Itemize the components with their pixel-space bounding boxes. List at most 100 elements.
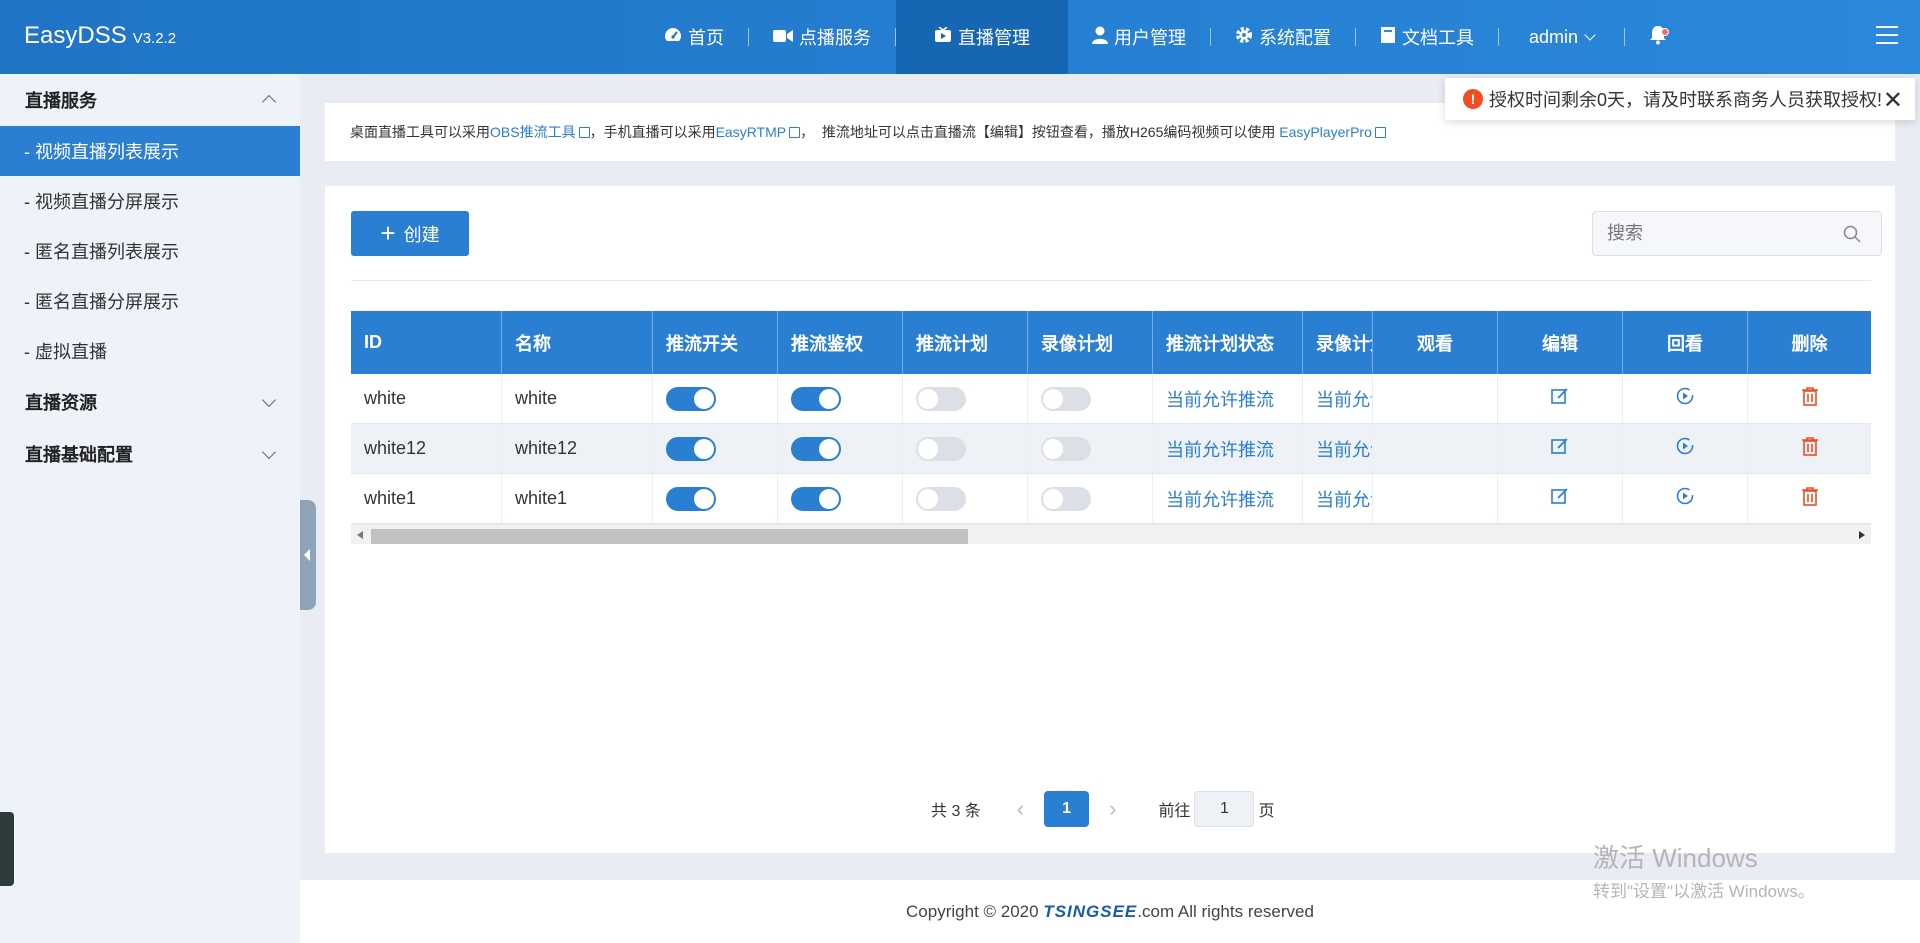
- switch-knob: [694, 388, 714, 409]
- obs-tool-link[interactable]: OBS推流工具: [490, 122, 590, 142]
- nav-item-users[interactable]: 用户管理: [1068, 0, 1210, 74]
- cell-delete: [1748, 374, 1871, 423]
- push-switch-toggle[interactable]: [666, 436, 716, 461]
- sidebar-group-live-service[interactable]: 直播服务: [0, 74, 300, 126]
- page-number-current[interactable]: 1: [1044, 791, 1090, 827]
- sidebar-group-label: 直播服务: [25, 91, 97, 111]
- push-switch-toggle[interactable]: [666, 486, 716, 511]
- notification-dot: [1661, 28, 1670, 36]
- sidebar-item-anon-live-split[interactable]: - 匿名直播分屏展示: [0, 276, 300, 326]
- cell-replay: [1623, 474, 1748, 523]
- easyplayerpro-link[interactable]: EasyPlayerPro: [1279, 124, 1386, 140]
- cell-push-auth: [778, 374, 903, 423]
- column-header-push-plan-status[interactable]: 推流计划状态: [1153, 311, 1303, 374]
- scrollbar-thumb[interactable]: [371, 529, 968, 544]
- switch-knob: [1043, 438, 1063, 459]
- replay-icon[interactable]: [1675, 486, 1695, 511]
- cell-push-auth: [778, 424, 903, 473]
- goto-prefix: 前往: [1158, 803, 1191, 820]
- search-icon[interactable]: [1843, 225, 1861, 243]
- user-menu[interactable]: admin: [1499, 0, 1624, 74]
- delete-icon[interactable]: [1801, 386, 1819, 411]
- cell-name: white: [502, 374, 653, 423]
- table-row: white1white1 当前允许推流当前允许: [351, 474, 1871, 524]
- nav-item-label: 点播服务: [799, 28, 871, 48]
- replay-icon[interactable]: [1675, 386, 1695, 411]
- cell-record-plan-status[interactable]: 当前允许: [1303, 424, 1373, 473]
- nav-item-vod[interactable]: 点播服务: [749, 0, 895, 74]
- goto-page-input[interactable]: 1: [1194, 791, 1255, 827]
- cell-name: white12: [502, 424, 653, 473]
- switch-knob: [694, 488, 714, 509]
- scroll-right-icon[interactable]: [1859, 531, 1865, 539]
- delete-icon[interactable]: [1801, 436, 1819, 461]
- pagination-goto: 前往 1 页: [1158, 791, 1274, 827]
- notice-text: 桌面直播工具可以采用: [350, 124, 490, 140]
- cell-push-plan-status[interactable]: 当前允许推流: [1153, 424, 1303, 473]
- cell-push-plan-status[interactable]: 当前允许推流: [1153, 374, 1303, 423]
- cell-record-plan-status[interactable]: 当前允许: [1303, 374, 1373, 423]
- column-header-record-plan-status[interactable]: 录像计划: [1303, 311, 1373, 374]
- push-plan-toggle[interactable]: [916, 486, 966, 511]
- column-header-id[interactable]: ID: [351, 311, 502, 374]
- cell-delete: [1748, 424, 1871, 473]
- column-header-push-auth[interactable]: 推流鉴权: [778, 311, 903, 374]
- record-plan-toggle[interactable]: [1041, 486, 1091, 511]
- column-header-edit: 编辑: [1498, 311, 1623, 374]
- edit-icon[interactable]: [1550, 486, 1570, 511]
- external-link-icon: [789, 127, 801, 138]
- horizontal-scrollbar[interactable]: [351, 524, 1871, 544]
- app-logo[interactable]: EasyDSS V3.2.2: [24, 22, 176, 50]
- link-label: EasyPlayerPro: [1279, 124, 1372, 140]
- easyrtmp-link[interactable]: EasyRTMP: [716, 124, 801, 140]
- dashboard-icon: [664, 27, 682, 48]
- column-header-watch: 观看: [1373, 311, 1498, 374]
- pagination-total: 共 3 条: [931, 803, 981, 820]
- sidebar-item-anon-live-list[interactable]: - 匿名直播列表展示: [0, 226, 300, 276]
- nav-item-home[interactable]: 首页: [640, 0, 748, 74]
- app-version: V3.2.2: [132, 30, 177, 47]
- chevron-left-icon[interactable]: ‹: [1017, 796, 1024, 822]
- hamburger-menu-icon[interactable]: [1876, 26, 1898, 46]
- sidebar-group-live-config[interactable]: 直播基础配置: [0, 428, 300, 480]
- column-header-push-switch[interactable]: 推流开关: [653, 311, 778, 374]
- column-header-push-plan[interactable]: 推流计划: [903, 311, 1028, 374]
- close-icon[interactable]: ✕: [1883, 86, 1903, 115]
- sidebar-item-virtual-live[interactable]: - 虚拟直播: [0, 326, 300, 376]
- search-input[interactable]: [1607, 223, 1827, 244]
- divider: [351, 280, 1871, 281]
- record-plan-toggle[interactable]: [1041, 436, 1091, 461]
- sidebar-collapse-toggle[interactable]: [300, 500, 316, 610]
- column-header-record-plan[interactable]: 录像计划: [1028, 311, 1153, 374]
- push-switch-toggle[interactable]: [666, 386, 716, 411]
- record-plan-toggle[interactable]: [1041, 386, 1091, 411]
- column-header-name[interactable]: 名称: [502, 311, 653, 374]
- sidebar-item-video-live-split[interactable]: - 视频直播分屏展示: [0, 176, 300, 226]
- cell-record-plan-status[interactable]: 当前允许: [1303, 474, 1373, 523]
- chevron-right-icon[interactable]: ›: [1109, 796, 1116, 822]
- edge-widget[interactable]: [0, 812, 14, 886]
- delete-icon[interactable]: [1801, 486, 1819, 511]
- chevron-up-icon: [261, 94, 277, 110]
- create-button[interactable]: + 创建: [351, 211, 469, 256]
- license-warning-toast: ! 授权时间剩余0天，请及时联系商务人员获取授权! ✕: [1445, 78, 1915, 120]
- switch-knob: [819, 438, 839, 459]
- push-plan-toggle[interactable]: [916, 436, 966, 461]
- nav-item-live[interactable]: 直播管理: [896, 0, 1068, 74]
- sidebar-group-live-resources[interactable]: 直播资源: [0, 376, 300, 428]
- edit-icon[interactable]: [1550, 386, 1570, 411]
- push-auth-toggle[interactable]: [791, 386, 841, 411]
- push-auth-toggle[interactable]: [791, 486, 841, 511]
- cell-edit: [1498, 474, 1623, 523]
- edit-icon[interactable]: [1550, 436, 1570, 461]
- sidebar-item-video-live-list[interactable]: - 视频直播列表展示: [0, 126, 300, 176]
- scroll-left-icon[interactable]: [357, 531, 363, 539]
- cell-push-switch: [653, 424, 778, 473]
- notification-button[interactable]: [1625, 0, 1691, 74]
- nav-item-docs[interactable]: 文档工具: [1356, 0, 1498, 74]
- push-plan-toggle[interactable]: [916, 386, 966, 411]
- cell-push-plan-status[interactable]: 当前允许推流: [1153, 474, 1303, 523]
- nav-item-settings[interactable]: 系统配置: [1211, 0, 1355, 74]
- replay-icon[interactable]: [1675, 436, 1695, 461]
- push-auth-toggle[interactable]: [791, 436, 841, 461]
